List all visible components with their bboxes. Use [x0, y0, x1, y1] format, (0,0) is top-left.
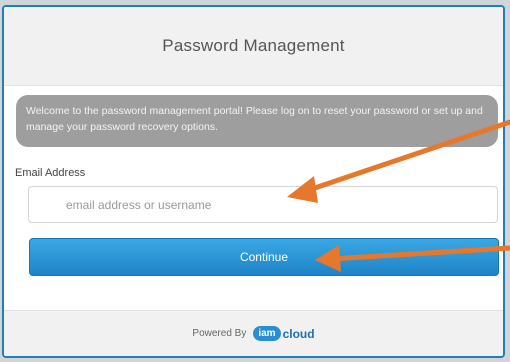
powered-by-text: Powered By [192, 328, 247, 339]
email-label: Email Address [15, 167, 86, 179]
password-management-card: Password Management Welcome to the passw… [2, 5, 505, 358]
logo-text: cloud [282, 326, 315, 341]
page-title: Password Management [162, 36, 345, 55]
welcome-message: Welcome to the password management porta… [16, 95, 498, 147]
email-input[interactable] [28, 186, 498, 223]
iamcloud-logo: iam cloud [253, 326, 315, 341]
continue-button[interactable]: Continue [29, 238, 499, 276]
card-footer: Powered By iam cloud [4, 310, 503, 356]
card-header: Password Management [4, 7, 503, 86]
logo-badge: iam [253, 326, 281, 341]
